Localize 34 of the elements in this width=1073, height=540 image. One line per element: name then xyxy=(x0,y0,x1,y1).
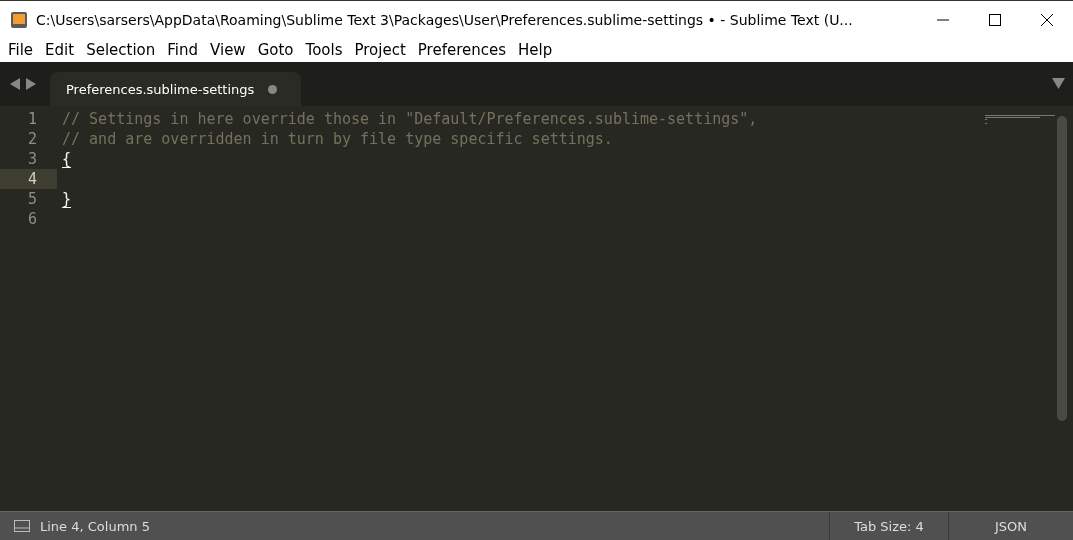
line-number: 4 xyxy=(0,169,57,189)
line-number: 1 xyxy=(26,109,38,129)
panel-toggle-icon[interactable] xyxy=(14,520,30,532)
syntax-indicator[interactable]: JSON xyxy=(994,518,1027,534)
menu-item[interactable]: Tools xyxy=(299,41,349,59)
line-number: 6 xyxy=(26,209,38,229)
dropdown-arrow-icon[interactable] xyxy=(1052,78,1065,89)
cursor-position: Line 4, Column 5 xyxy=(40,518,150,534)
close-icon xyxy=(1041,13,1053,26)
menu-item[interactable]: Selection xyxy=(80,41,162,59)
menu-item[interactable]: Preferences xyxy=(411,41,513,59)
menu-item[interactable]: File xyxy=(2,41,40,59)
code-bracket: } xyxy=(62,190,72,208)
maximize-icon xyxy=(989,13,1001,26)
menu-item[interactable]: Help xyxy=(512,41,559,59)
menu-item[interactable]: Project xyxy=(348,41,412,59)
line-number: 2 xyxy=(26,129,38,149)
line-number: 5 xyxy=(26,189,38,209)
scrollbar-thumb[interactable] xyxy=(1057,116,1067,421)
window-title: C:\Users\sarsers\AppData\Roaming\Sublime Text 3\Packages\User\Preferences.sublime-settings • - Sublime Text (U... xyxy=(36,11,854,28)
menu-item[interactable]: Goto xyxy=(251,41,300,59)
line-number: 3 xyxy=(26,149,38,169)
minimap-drawing[interactable] xyxy=(985,115,1057,127)
menu-item[interactable]: Edit xyxy=(39,41,81,59)
menu-item[interactable]: View xyxy=(204,41,252,59)
tab-size-indicator[interactable]: Tab Size: 4 xyxy=(854,518,924,534)
editor-tab[interactable]: Preferences.sublime-settings xyxy=(50,72,302,106)
menu-item[interactable]: Find xyxy=(161,41,205,59)
forward-arrow-icon[interactable] xyxy=(26,78,36,90)
app-logo-icon xyxy=(10,10,28,29)
back-arrow-icon[interactable] xyxy=(10,78,20,90)
code-comment: // Settings in here override those in "Default/Preferences.sublime-settings", xyxy=(62,110,758,128)
code-comment: // and are overridden in turn by file type specific settings. xyxy=(62,130,613,148)
code-bracket: { xyxy=(62,150,72,168)
